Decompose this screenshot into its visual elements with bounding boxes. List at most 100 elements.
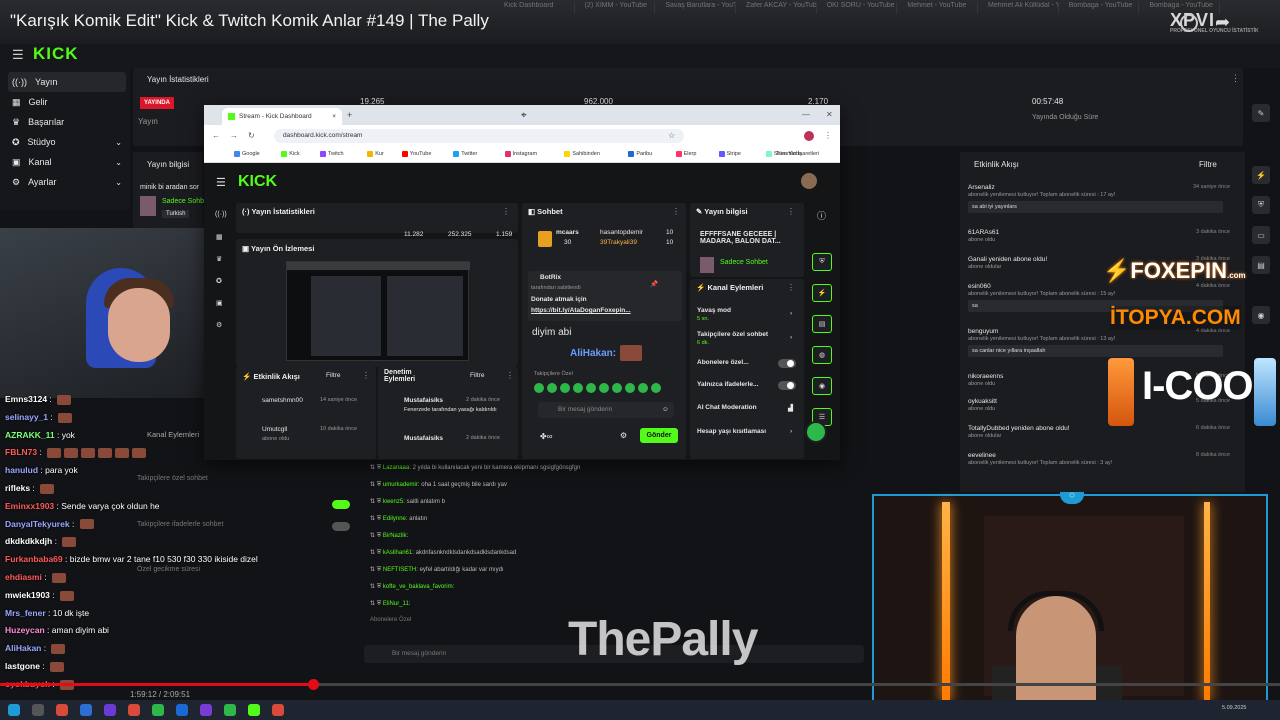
chat-username[interactable]: Mrs_fener: [5, 608, 46, 618]
chat-username[interactable]: Eminxx1903: [5, 501, 54, 511]
bg-tab[interactable]: Bombaga - YouTube: [1065, 2, 1140, 14]
bg-tab[interactable]: OKİ SORU - YouTube: [823, 2, 898, 14]
spotify-icon[interactable]: [224, 704, 236, 716]
more-options-icon[interactable]: ⋮: [1231, 73, 1240, 84]
windows-start-icon[interactable]: [8, 704, 20, 716]
whatsapp-icon[interactable]: [152, 704, 164, 716]
emote-icon[interactable]: [651, 383, 661, 393]
category-name[interactable]: Sadece Sohbet: [720, 259, 768, 266]
emote-icon[interactable]: [547, 383, 557, 393]
chat-input[interactable]: Bir mesaj gönderin: [538, 402, 674, 418]
close-tab-icon[interactable]: ×: [332, 113, 336, 120]
chrome-icon[interactable]: [56, 704, 68, 716]
explorer-icon[interactable]: [80, 704, 92, 716]
bookmark-item[interactable]: Twitch: [320, 151, 344, 157]
bookmark-item[interactable]: Kick: [281, 151, 300, 157]
shield-icon[interactable]: ⛨: [812, 253, 832, 271]
chrome-icon[interactable]: [128, 704, 140, 716]
browser-tab[interactable]: Stream - Kick Dashboard ×: [222, 108, 342, 125]
info-icon[interactable]: ⓘ: [817, 209, 826, 222]
money-icon[interactable]: ▦: [216, 233, 223, 241]
bolt-icon[interactable]: ⚡: [1252, 166, 1270, 184]
sidebar-item-gelir[interactable]: ▦ Gelir: [8, 92, 126, 112]
settings-icon[interactable]: ⚙: [620, 431, 627, 440]
kick-logo[interactable]: KICK: [238, 173, 277, 191]
chat-username[interactable]: DanyalTekyurek: [5, 519, 70, 529]
bookmark-item[interactable]: Google: [234, 151, 260, 157]
bookmark-item[interactable]: Instagram: [504, 151, 537, 157]
chat-username[interactable]: mwiek1903: [5, 590, 50, 600]
kick-logo[interactable]: KICK: [33, 44, 79, 64]
slow-mode-label[interactable]: Yavaş mod: [697, 307, 731, 314]
settings-icon[interactable]: ⚙: [216, 321, 222, 329]
forward-icon[interactable]: →: [230, 131, 238, 140]
record-icon[interactable]: [272, 704, 284, 716]
broadcast-icon[interactable]: ◉: [1252, 306, 1270, 324]
bookmark-item[interactable]: Paribu: [628, 151, 652, 157]
bg-tab[interactable]: Savaş Barutlara - YouTube: [661, 2, 737, 14]
more-options-icon[interactable]: ⋮: [502, 207, 510, 216]
emote-icon[interactable]: [612, 383, 622, 393]
studio-icon[interactable]: ✪: [216, 277, 222, 285]
discord-icon[interactable]: [200, 704, 212, 716]
chevron-right-icon[interactable]: ›: [790, 428, 792, 435]
chat-username[interactable]: AliHakan: [5, 643, 41, 653]
pinned-link[interactable]: https://bit.ly/AtaDoganFoxepin...: [531, 307, 631, 314]
kick-icon[interactable]: [248, 704, 260, 716]
emote-icon[interactable]: [573, 383, 583, 393]
emote-icon[interactable]: [625, 383, 635, 393]
bookmark-item[interactable]: Elerp: [675, 151, 696, 157]
more-options-icon[interactable]: ⋮: [787, 207, 795, 216]
bookmark-item[interactable]: YouTube: [401, 151, 431, 157]
emote-icon[interactable]: [599, 383, 609, 393]
bg-tab[interactable]: Mehmet - YouTube: [903, 2, 979, 14]
bookmark-item[interactable]: Kur: [367, 151, 384, 157]
menu-icon[interactable]: ☰: [12, 47, 24, 63]
minimize-icon[interactable]: —: [802, 110, 810, 119]
sidebar-item-yayin[interactable]: ((·)) Yayın: [8, 72, 126, 92]
edit-icon[interactable]: ✎: [1252, 104, 1270, 122]
emote-only-toggle[interactable]: [778, 381, 796, 390]
filter-button[interactable]: Filtre: [470, 372, 484, 379]
menu-icon[interactable]: ☰: [216, 176, 226, 189]
chat-username[interactable]: Furkanbaba69: [5, 554, 63, 564]
sidebar-item-basarilar[interactable]: ♛ Başarılar: [8, 112, 126, 132]
bg-tab[interactable]: Zafer AKCAY - YouTube: [742, 2, 817, 14]
chat-icon[interactable]: ▭: [1252, 226, 1270, 244]
sidebar-item-kanal[interactable]: ▣ Kanal ⌄: [8, 152, 126, 172]
app-icon[interactable]: [104, 704, 116, 716]
channel-icon[interactable]: ▣: [216, 299, 223, 307]
stream-preview[interactable]: [286, 261, 470, 361]
chat-username[interactable]: hanulud: [5, 465, 38, 475]
watch-later-icon[interactable]: [1180, 14, 1198, 32]
steam-icon[interactable]: [176, 704, 188, 716]
poll-icon[interactable]: ▤: [1252, 256, 1270, 274]
more-options-icon[interactable]: ⋮: [362, 371, 370, 380]
broadcast-icon[interactable]: ((·)): [215, 211, 227, 218]
ai-moderation-label[interactable]: AI Chat Moderation: [697, 404, 757, 411]
bolt-icon[interactable]: ⚡: [812, 284, 832, 302]
chat-tools-icon[interactable]: ✤∞: [540, 432, 552, 441]
chat-username[interactable]: AliHakan:: [570, 348, 616, 359]
close-window-icon[interactable]: ✕: [826, 110, 833, 119]
bookmark-item[interactable]: Streamlabs: [765, 151, 802, 157]
bg-tab[interactable]: Mehmet Ali Küllüdal - YouTube: [984, 2, 1059, 14]
bookmark-item[interactable]: Stripe: [718, 151, 741, 157]
bookmark-item[interactable]: Twitter: [453, 151, 477, 157]
chat-username[interactable]: rifleks: [5, 483, 30, 493]
new-tab-icon[interactable]: +: [347, 110, 352, 120]
bg-tab[interactable]: Kick Dashboard: [500, 2, 575, 14]
subs-only-toggle[interactable]: [778, 359, 796, 368]
search-icon[interactable]: [32, 704, 44, 716]
bg-filter-button[interactable]: Filtre: [1199, 160, 1217, 169]
chat-username[interactable]: AZRAKK_11: [5, 430, 55, 440]
emote-icon[interactable]: [534, 383, 544, 393]
trophy-icon[interactable]: ♛: [216, 255, 222, 263]
chevron-right-icon[interactable]: ›: [790, 310, 792, 317]
chat-username[interactable]: selinayy_1: [5, 412, 48, 422]
more-options-icon[interactable]: ⋮: [787, 283, 795, 292]
chart-icon[interactable]: ▟: [788, 404, 793, 412]
filter-button[interactable]: Filtre: [326, 372, 340, 379]
doc-icon[interactable]: ▤: [812, 315, 832, 333]
more-options-icon[interactable]: ⋮: [672, 207, 680, 216]
